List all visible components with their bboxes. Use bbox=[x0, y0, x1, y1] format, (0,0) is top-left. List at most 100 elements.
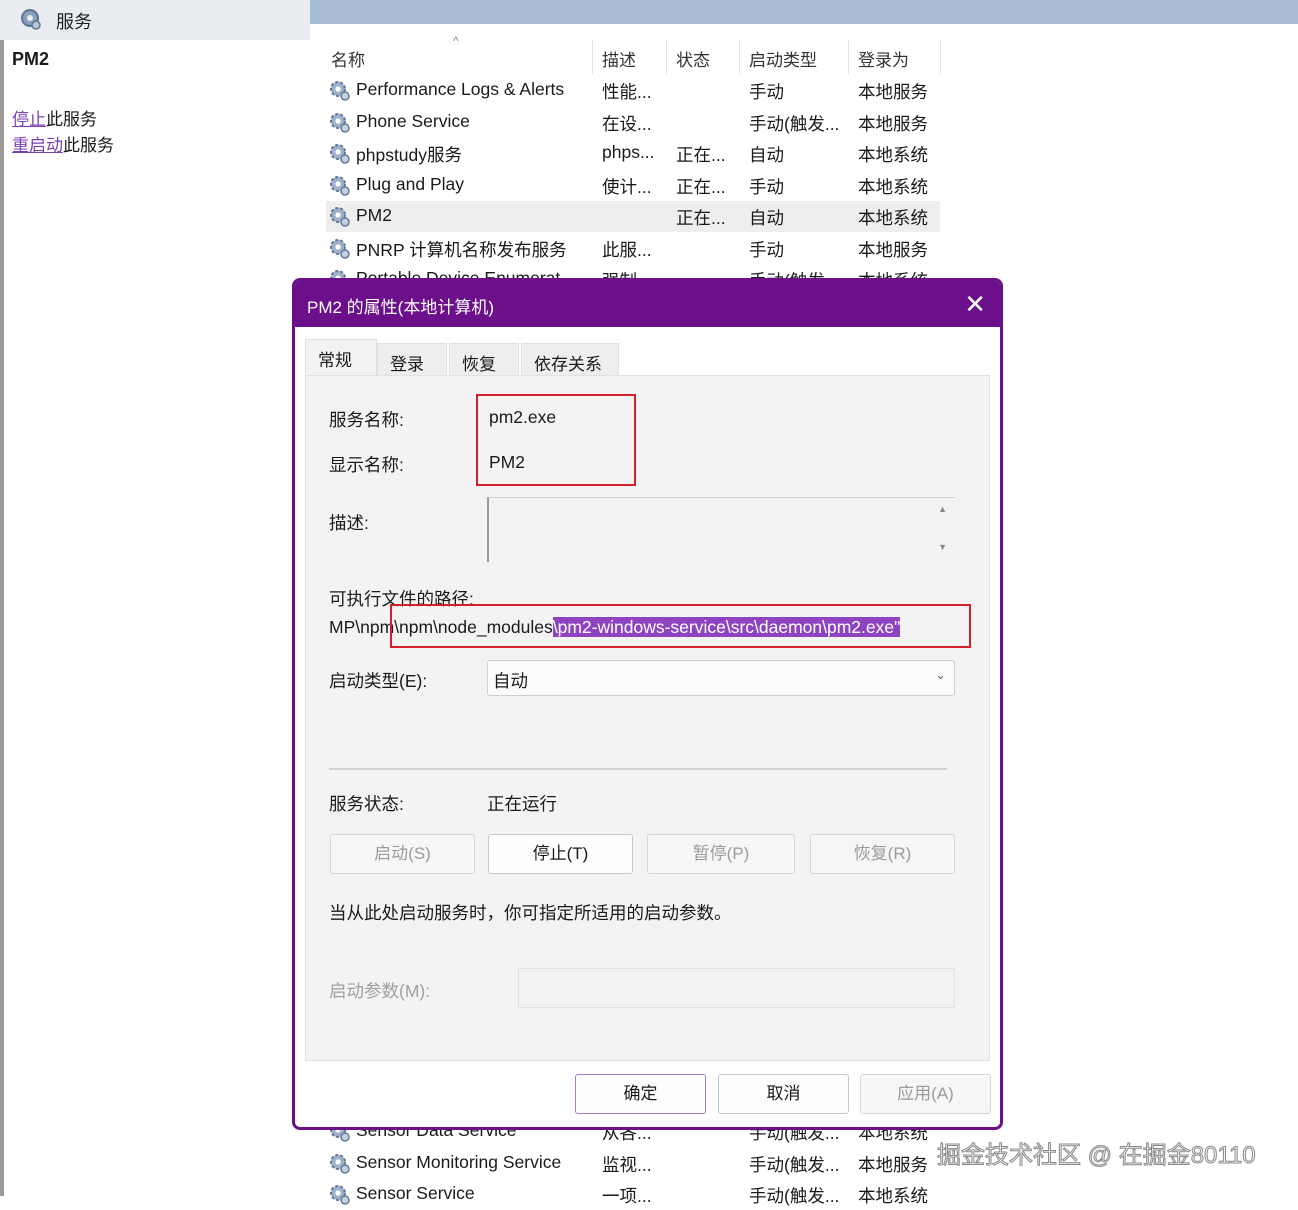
restart-service-line: 重启动此服务 bbox=[12, 131, 114, 156]
tab-logon-label: 登录 bbox=[390, 355, 424, 374]
service-row[interactable]: Plug and Play 使计... 正在... 手动 本地系统 bbox=[326, 170, 940, 201]
apply-button[interactable]: 应用(A) bbox=[860, 1074, 991, 1114]
tab-strip: 常规 登录 恢复 依存关系 bbox=[305, 339, 988, 380]
highlight-box-names bbox=[476, 394, 636, 486]
service-name: Performance Logs & Alerts bbox=[356, 79, 565, 99]
service-logon: 本地系统 bbox=[858, 176, 928, 197]
startup-type-label: 启动类型(E): bbox=[329, 671, 428, 691]
status-value: 正在运行 bbox=[487, 794, 557, 814]
service-gear-icon bbox=[330, 81, 350, 101]
services-gear-icon bbox=[21, 9, 41, 30]
stop-button[interactable]: 停止(T) bbox=[488, 834, 633, 874]
description-label: 描述: bbox=[329, 513, 369, 533]
column-header-description[interactable]: 描述 bbox=[602, 46, 636, 71]
stop-service-link[interactable]: 停止 bbox=[12, 110, 46, 129]
service-name: phpstudy服务 bbox=[356, 145, 463, 165]
pause-button[interactable]: 暂停(P) bbox=[647, 834, 795, 874]
display-name-label: 显示名称: bbox=[329, 455, 404, 475]
start-button[interactable]: 启动(S) bbox=[330, 834, 475, 874]
service-logon: 本地系统 bbox=[858, 145, 928, 165]
dialog-title: PM2 的属性(本地计算机) bbox=[307, 298, 494, 317]
service-startup-type: 自动 bbox=[749, 145, 784, 165]
service-name-label: 服务名称: bbox=[329, 410, 404, 430]
service-startup-type: 自动 bbox=[749, 208, 784, 228]
service-row[interactable]: Performance Logs & Alerts 性能... 手动 本地服务 bbox=[326, 75, 940, 106]
startup-type-select[interactable]: 自动 ⌄ bbox=[487, 660, 955, 696]
service-status: 正在... bbox=[676, 208, 726, 228]
title-bar-left bbox=[0, 0, 310, 40]
service-logon: 本地服务 bbox=[858, 82, 928, 102]
params-input[interactable] bbox=[518, 968, 955, 1008]
service-description: 监视... bbox=[602, 1154, 652, 1175]
restart-service-link[interactable]: 重启动 bbox=[12, 136, 63, 155]
description-box[interactable]: ▲ ▼ bbox=[487, 497, 955, 562]
tab-general-label: 常规 bbox=[318, 351, 352, 370]
restart-service-suffix: 此服务 bbox=[63, 136, 114, 155]
tab-recovery-label: 恢复 bbox=[462, 355, 496, 374]
service-name: Sensor Monitoring Service bbox=[356, 1151, 562, 1172]
service-row[interactable]: Sensor Service 一项... 手动(触发... 本地系统 bbox=[326, 1179, 940, 1210]
title-bar bbox=[0, 0, 1298, 40]
column-header-status[interactable]: 状态 bbox=[676, 46, 710, 71]
ok-button[interactable]: 确定 bbox=[575, 1074, 706, 1114]
tab-recovery[interactable]: 恢复 bbox=[449, 343, 519, 376]
service-startup-type: 手动(触发... bbox=[749, 1154, 840, 1175]
separator bbox=[329, 768, 947, 770]
service-startup-type: 手动(触发... bbox=[749, 113, 840, 134]
service-description: 性能... bbox=[602, 82, 652, 102]
chevron-down-icon: ⌄ bbox=[935, 667, 946, 682]
scroll-up-icon[interactable]: ▲ bbox=[938, 504, 947, 514]
highlight-box-path bbox=[390, 604, 971, 648]
column-separator bbox=[739, 40, 740, 74]
service-gear-icon bbox=[330, 1153, 350, 1174]
column-separator bbox=[592, 40, 593, 74]
column-separator bbox=[848, 40, 849, 74]
stop-service-line: 停止此服务 bbox=[12, 105, 97, 130]
service-gear-icon bbox=[330, 238, 350, 259]
resume-button[interactable]: 恢复(R) bbox=[810, 834, 955, 874]
service-name: PNRP 计算机名称发布服务 bbox=[356, 239, 567, 260]
status-label: 服务状态: bbox=[329, 794, 404, 814]
service-status: 正在... bbox=[676, 176, 726, 197]
service-status: 正在... bbox=[676, 145, 726, 165]
service-description: 此服... bbox=[602, 239, 652, 260]
service-row[interactable]: PNRP 计算机名称发布服务 此服... 手动 本地服务 bbox=[326, 233, 940, 264]
service-row[interactable]: Phone Service 在设... 手动(触发... 本地服务 bbox=[326, 107, 940, 138]
service-gear-icon bbox=[330, 112, 350, 133]
service-startup-type: 手动 bbox=[749, 176, 784, 197]
service-startup-type: 手动 bbox=[749, 239, 784, 260]
service-name: Plug and Play bbox=[356, 173, 464, 194]
general-tab-panel: 服务名称: pm2.exe 显示名称: PM2 描述: ▲ ▼ 可执行文件的路径… bbox=[305, 375, 990, 1061]
service-gear-icon bbox=[330, 1185, 350, 1205]
service-name: Phone Service bbox=[356, 110, 470, 131]
service-gear-icon bbox=[330, 144, 350, 164]
service-row[interactable]: phpstudy服务 phps... 正在... 自动 本地系统 bbox=[326, 138, 940, 169]
service-logon: 本地服务 bbox=[858, 239, 928, 260]
tab-dependencies[interactable]: 依存关系 bbox=[521, 343, 619, 376]
service-row[interactable]: PM2 正在... 自动 本地系统 bbox=[326, 201, 940, 232]
column-header-name[interactable]: 名称 bbox=[331, 46, 365, 71]
service-name: PM2 bbox=[356, 205, 392, 225]
sort-arrow-icon: ^ bbox=[453, 34, 459, 48]
properties-dialog: PM2 的属性(本地计算机) ✕ 常规 登录 恢复 依存关系 服务名称: pm2… bbox=[292, 278, 1003, 1130]
tab-dependencies-label: 依存关系 bbox=[534, 355, 602, 374]
service-gear-icon bbox=[330, 175, 350, 196]
service-description: 在设... bbox=[602, 113, 652, 134]
close-icon[interactable]: ✕ bbox=[964, 289, 986, 320]
scroll-down-icon[interactable]: ▼ bbox=[938, 542, 947, 552]
watermark: 掘金技术社区 @ 在掘金80110 bbox=[937, 1142, 1257, 1170]
service-description: 使计... bbox=[602, 176, 652, 197]
tab-general[interactable]: 常规 bbox=[305, 339, 377, 380]
column-header-logon[interactable]: 登录为 bbox=[858, 46, 909, 71]
column-separator bbox=[940, 40, 941, 74]
tab-logon[interactable]: 登录 bbox=[377, 343, 447, 376]
startup-type-value: 自动 bbox=[493, 671, 528, 691]
service-row[interactable]: Sensor Monitoring Service 监视... 手动(触发... 本地… bbox=[326, 1148, 940, 1179]
cancel-button[interactable]: 取消 bbox=[718, 1074, 849, 1114]
params-label: 启动参数(M): bbox=[329, 981, 431, 1001]
column-separator bbox=[666, 40, 667, 74]
column-header-startup-type[interactable]: 启动类型 bbox=[749, 46, 817, 71]
service-logon: 本地系统 bbox=[858, 208, 928, 228]
params-hint: 当从此处启动服务时，你可指定所适用的启动参数。 bbox=[329, 903, 732, 923]
service-logon: 本地服务 bbox=[858, 113, 928, 134]
